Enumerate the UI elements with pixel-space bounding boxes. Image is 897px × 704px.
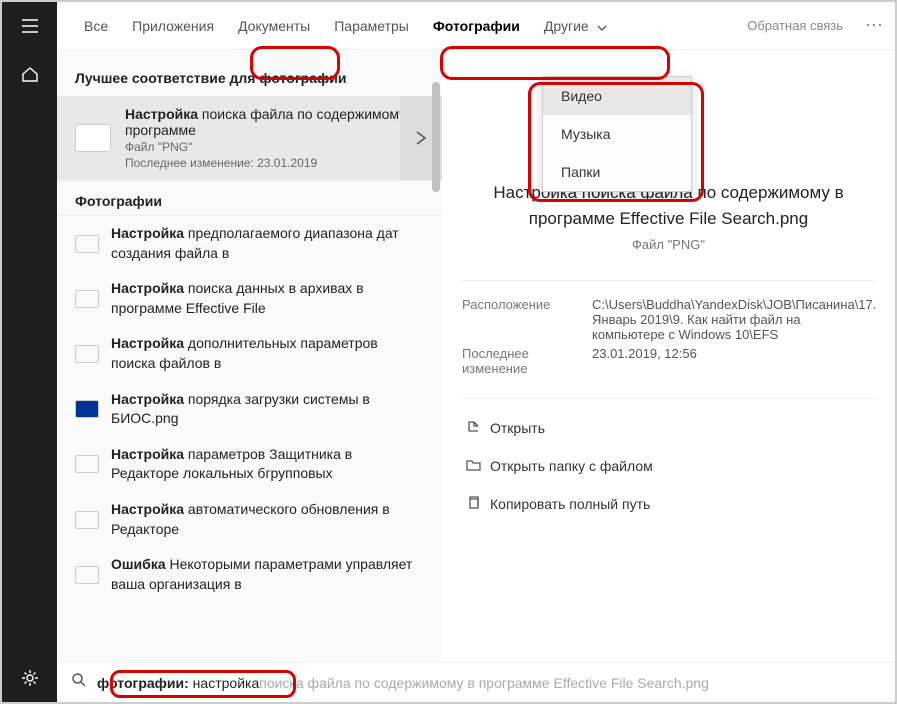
home-icon [21, 65, 39, 83]
location-value: C:\Users\Buddha\YandexDisk\JOB\Писанина\… [592, 297, 876, 342]
modified-value: 23.01.2019, 12:56 [592, 346, 876, 376]
result-item[interactable]: Настройка предполагаемого диапазона дат … [57, 216, 442, 271]
results-pane: Лучшее соответствие для фотографии Настр… [57, 50, 442, 662]
thumbnail-icon [75, 235, 99, 253]
result-title: Настройка автоматического обновления в Р… [99, 500, 424, 539]
result-title: Настройка предполагаемого диапазона дат … [99, 224, 424, 263]
copy-path-action[interactable]: Копировать полный путь [462, 485, 875, 523]
thumbnail-icon [75, 455, 99, 473]
search-bar[interactable]: фотографии: настройка поиска файла по со… [57, 662, 895, 702]
thumbnail-icon [75, 511, 99, 529]
thumbnail-icon [75, 566, 99, 584]
action-label: Открыть папку с файлом [490, 458, 653, 474]
action-label: Копировать полный путь [490, 496, 650, 512]
best-match-header: Лучшее соответствие для фотографии [57, 50, 442, 96]
dropdown-item-music[interactable]: Музыка [543, 115, 691, 153]
leftbar [2, 2, 57, 702]
result-title: Настройка параметров Защитника в Редакто… [99, 445, 424, 484]
thumbnail-icon [75, 400, 99, 418]
detail-filetype: Файл "PNG" [462, 237, 875, 252]
best-match-filetype: Файл "PNG" [125, 140, 430, 154]
modified-label: Последнее изменение [462, 346, 582, 376]
result-item[interactable]: Настройка параметров Защитника в Редакто… [57, 437, 442, 492]
home-button[interactable] [2, 50, 57, 98]
result-item[interactable]: Настройка порядка загрузки системы в БИО… [57, 382, 442, 437]
tab-more[interactable]: Другие [532, 2, 619, 50]
thumbnail-icon [75, 345, 99, 363]
search-query: фотографии: настройка [87, 675, 259, 691]
result-title: Ошибка Некоторыми параметрами управляет … [99, 555, 424, 594]
action-label: Открыть [490, 420, 545, 436]
photos-section-header: Фотографии [57, 180, 442, 216]
gear-icon [21, 669, 39, 687]
chevron-down-icon [597, 18, 607, 34]
tab-apps[interactable]: Приложения [120, 2, 226, 50]
open-icon [466, 419, 490, 437]
settings-button[interactable] [2, 654, 57, 702]
tab-settings[interactable]: Параметры [322, 2, 421, 50]
result-title: Настройка порядка загрузки системы в БИО… [99, 390, 424, 429]
menu-button[interactable] [2, 2, 57, 50]
location-label: Расположение [462, 297, 582, 342]
result-title: Настройка дополнительных параметров поис… [99, 334, 424, 373]
result-item[interactable]: Ошибка Некоторыми параметрами управляет … [57, 547, 442, 602]
dropdown-item-video[interactable]: Видео [543, 77, 691, 115]
best-match-item[interactable]: Настройка поиска файла по содержимому в … [57, 96, 442, 180]
thumbnail-icon [75, 124, 111, 152]
feedback-link[interactable]: Обратная связь [737, 18, 853, 33]
menu-icon [21, 17, 39, 35]
tab-all[interactable]: Все [72, 2, 120, 50]
thumbnail-icon [75, 290, 99, 308]
tab-documents[interactable]: Документы [226, 2, 322, 50]
search-icon [71, 672, 87, 693]
best-match-modified: Последнее изменение: 23.01.2019 [125, 156, 430, 170]
best-match-title: Настройка поиска файла по содержимому в … [125, 106, 430, 138]
results-scrollbar[interactable] [430, 82, 442, 662]
open-action[interactable]: Открыть [462, 409, 875, 447]
dropdown-item-folders[interactable]: Папки [543, 153, 691, 191]
folder-icon [466, 457, 490, 475]
copy-icon [466, 495, 490, 513]
more-dropdown: Видео Музыка Папки [542, 76, 692, 192]
result-item[interactable]: Настройка поиска данных в архивах в прог… [57, 271, 442, 326]
result-item[interactable]: Настройка автоматического обновления в Р… [57, 492, 442, 547]
open-folder-action[interactable]: Открыть папку с файлом [462, 447, 875, 485]
more-button[interactable]: ⋯ [853, 15, 895, 36]
tab-photos[interactable]: Фотографии [421, 2, 532, 50]
result-title: Настройка поиска данных в архивах в прог… [99, 279, 424, 318]
tab-more-label: Другие [544, 18, 589, 34]
scrollbar-thumb[interactable] [432, 82, 440, 192]
filter-tabs: Все Приложения Документы Параметры Фотог… [57, 2, 895, 50]
arrow-right-icon [413, 130, 429, 146]
search-completion: поиска файла по содержимому в программе … [259, 675, 709, 691]
result-item[interactable]: Настройка дополнительных параметров поис… [57, 326, 442, 381]
